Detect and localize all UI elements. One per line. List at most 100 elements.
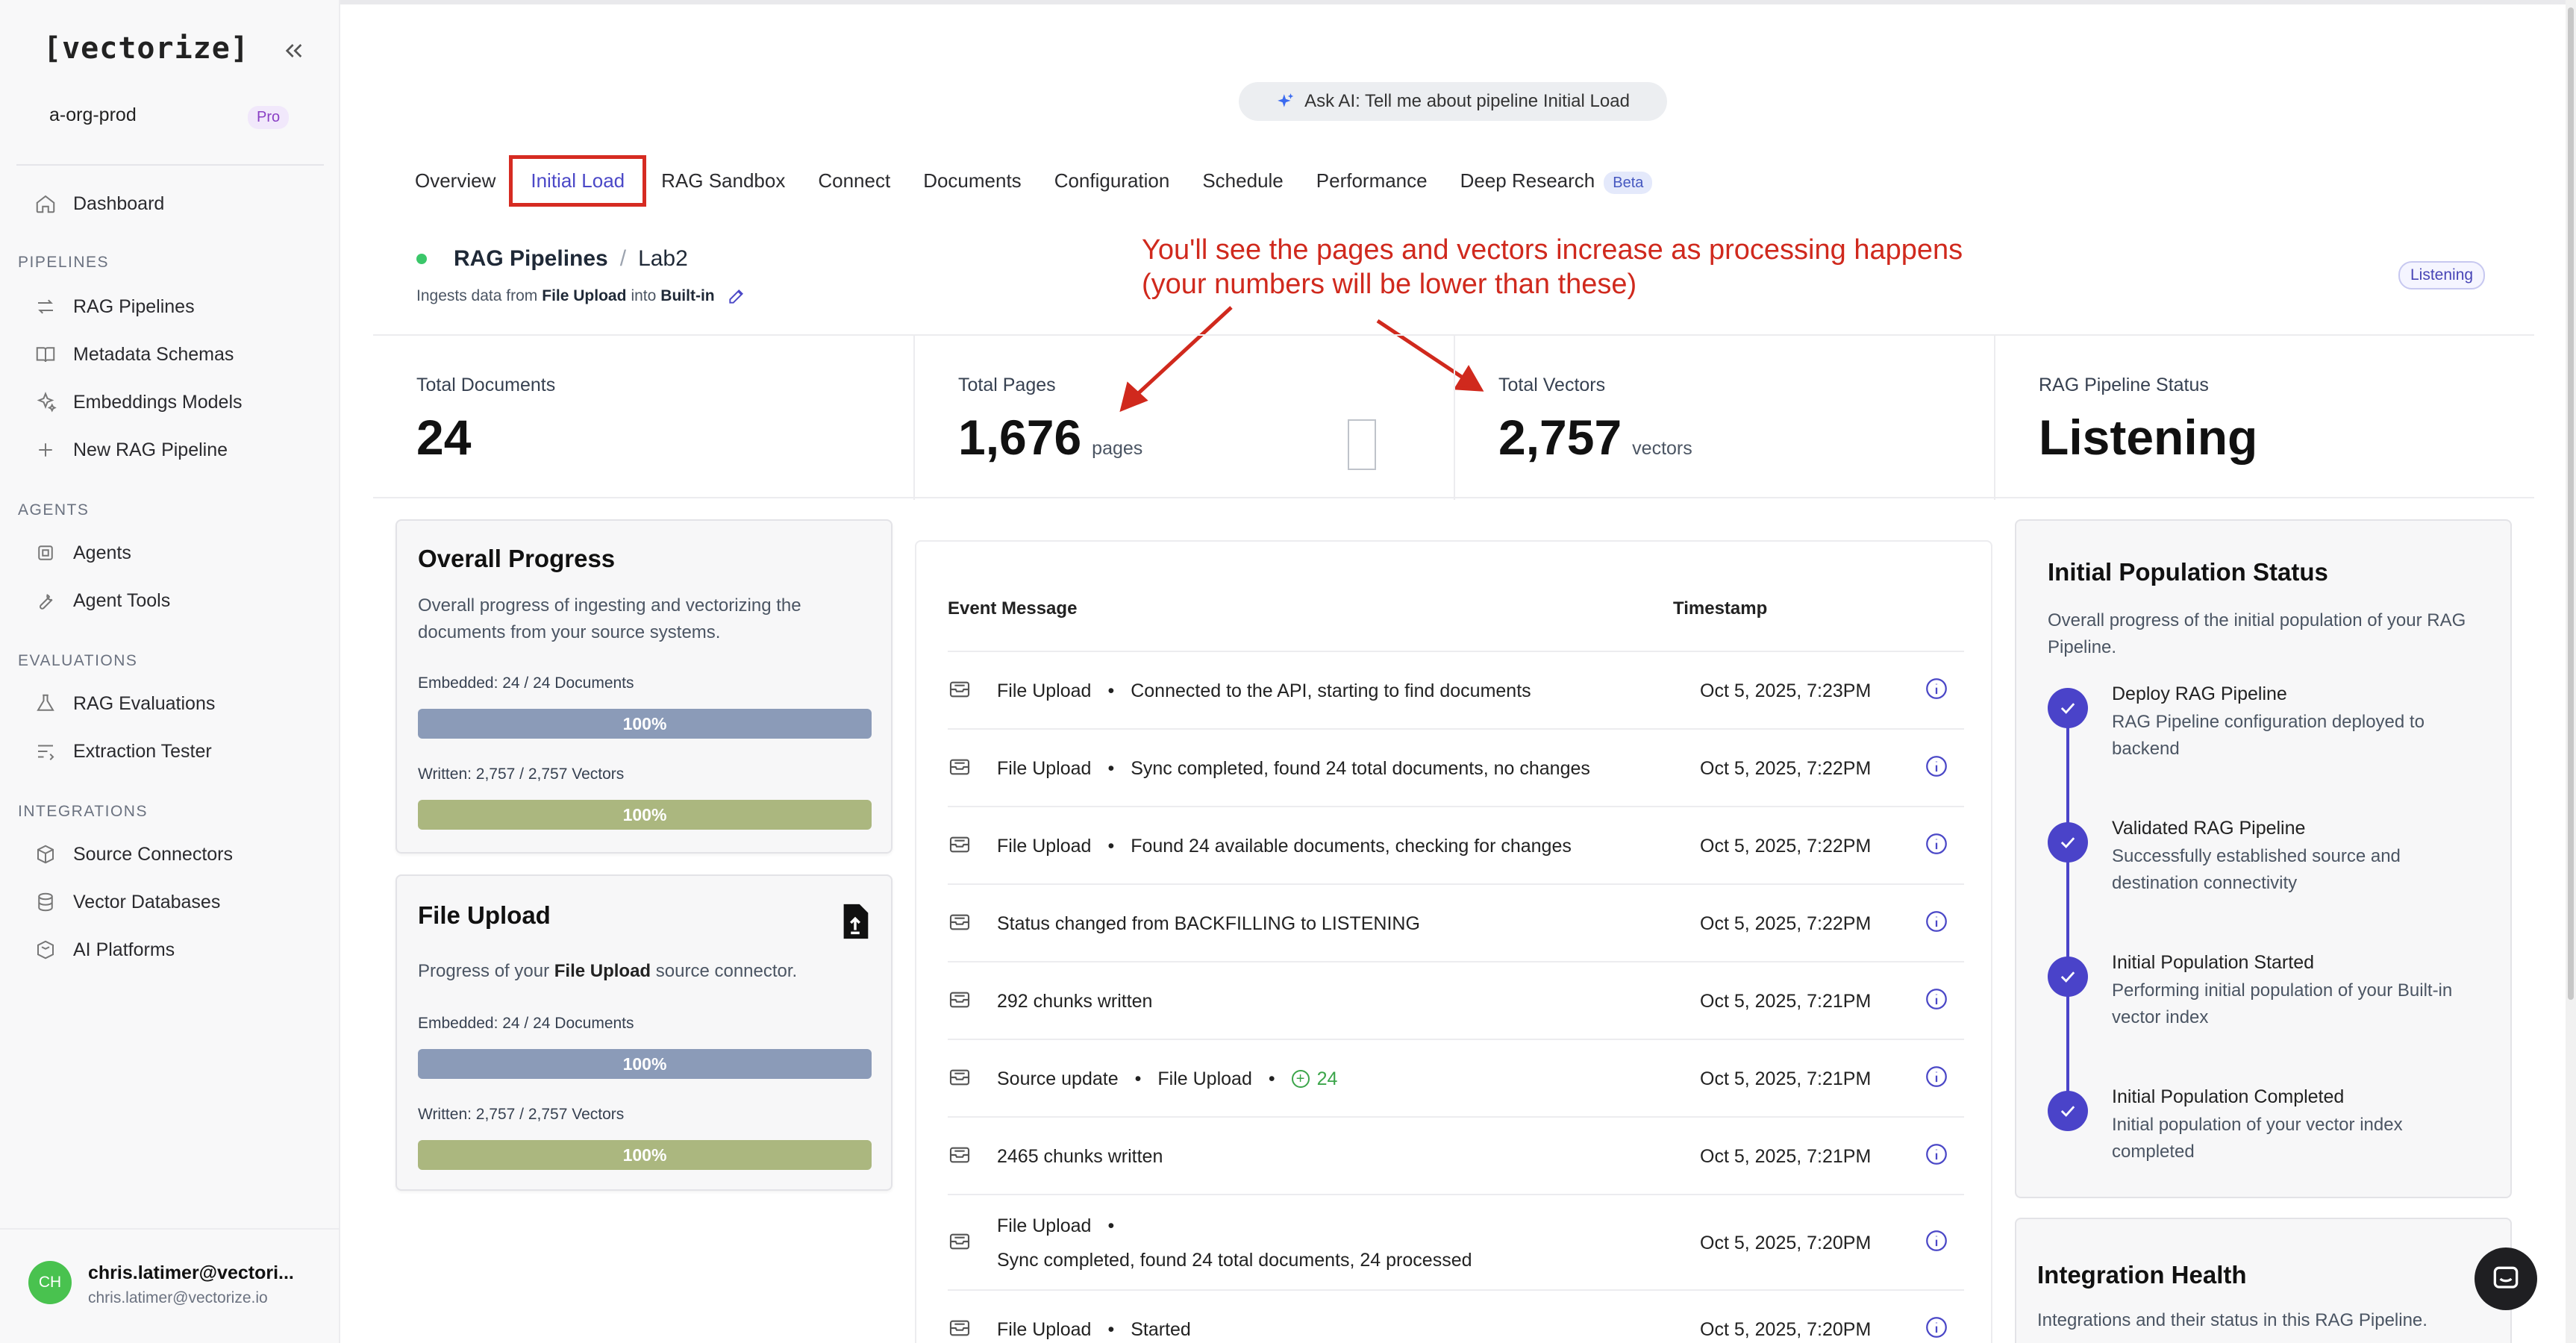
info-icon[interactable] <box>1924 1064 1949 1089</box>
breadcrumb-root[interactable]: RAG Pipelines <box>454 246 608 272</box>
tab-performance[interactable]: Performance <box>1316 169 1428 192</box>
annotation-line-2: (your numbers will be lower than these) <box>1142 269 1637 300</box>
ask-ai-button[interactable]: Ask AI: Tell me about pipeline Initial L… <box>1239 82 1667 121</box>
org-selector[interactable]: a-org-prod <box>49 104 137 126</box>
info-icon[interactable] <box>1924 986 1949 1012</box>
written-label: Written: 2,757 / 2,757 Vectors <box>418 1106 625 1123</box>
sidebar-item-ai-platforms[interactable]: AI Platforms <box>34 931 175 968</box>
event-message: Started <box>1131 1318 1191 1340</box>
database-icon <box>38 892 53 912</box>
tab-configuration[interactable]: Configuration <box>1054 169 1170 192</box>
cube-icon <box>37 940 54 959</box>
overall-progress-card: Overall Progress Overall progress of ing… <box>396 519 892 854</box>
card-title: Initial Population Status <box>2048 558 2328 586</box>
step-description: Initial population of your vector index … <box>2112 1115 2403 1162</box>
separator: • <box>1107 835 1115 857</box>
inbox-icon <box>949 759 970 775</box>
sidebar-item-source-connectors[interactable]: Source Connectors <box>34 836 233 873</box>
sidebar-item-extraction-tester[interactable]: Extraction Tester <box>34 733 212 770</box>
sidebar-item-agents[interactable]: Agents <box>34 534 131 572</box>
stat-pipeline-status: RAG Pipeline Status Listening <box>1995 336 2534 500</box>
pipeline-tabs: Overview Initial Load RAG Sandbox Connec… <box>415 154 1653 207</box>
ingest-middle: into <box>631 287 657 304</box>
list-filter-icon <box>38 745 54 760</box>
table-row: File Upload • Found 24 available documents… <box>948 806 1964 883</box>
ingest-source: File Upload <box>542 287 627 304</box>
ask-ai-label: Ask AI: Tell me about pipeline Initial L… <box>1304 91 1630 111</box>
info-icon[interactable] <box>1924 754 1949 779</box>
written-progress-bar: 100% <box>418 1140 872 1170</box>
stat-label: Total Vectors <box>1498 375 1606 395</box>
tab-documents[interactable]: Documents <box>923 169 1022 192</box>
table-row: File Upload • Started Oct 5, 2025, 7:20PM <box>948 1289 1964 1343</box>
info-icon[interactable] <box>1924 1142 1949 1167</box>
step-description: RAG Pipeline configuration deployed to b… <box>2112 712 2425 759</box>
event-source: File Upload <box>997 1215 1092 1236</box>
table-row: File Upload • Sync completed, found 24 tot… <box>948 728 1964 806</box>
info-icon[interactable] <box>1924 831 1949 857</box>
tab-connect[interactable]: Connect <box>818 169 890 192</box>
card-description: Integrations and their status in this RA… <box>2037 1310 2427 1330</box>
separator: • <box>1107 757 1115 779</box>
sidebar-item-embeddings-models[interactable]: Embeddings Models <box>34 384 243 421</box>
edit-icon[interactable] <box>727 287 746 306</box>
separator: • <box>1268 1068 1275 1089</box>
sidebar-item-label: RAG Evaluations <box>73 692 216 714</box>
stat-label: Total Pages <box>958 375 1056 395</box>
book-icon <box>36 347 55 363</box>
sidebar-item-agent-tools[interactable]: Agent Tools <box>34 582 170 619</box>
tab-schedule[interactable]: Schedule <box>1202 169 1283 192</box>
separator: • <box>1134 1068 1142 1089</box>
inbox-icon <box>949 681 970 698</box>
sidebar-item-dashboard[interactable]: Dashboard <box>34 185 164 222</box>
event-timestamp: Oct 5, 2025, 7:22PM <box>1700 835 1872 857</box>
page-scrollbar[interactable] <box>2566 0 2576 1343</box>
check-circle-icon <box>2048 1091 2088 1131</box>
event-message-cell: Source update • File Upload • +24 <box>997 1040 1337 1118</box>
info-icon[interactable] <box>1924 676 1949 701</box>
double-chevron-left-icon <box>285 44 302 57</box>
event-message-cell: File Upload • Started <box>997 1291 1191 1343</box>
stat-value: Listening <box>2039 409 2257 466</box>
home-icon <box>36 195 55 213</box>
tab-deep-research[interactable]: Deep Research Beta <box>1460 169 1653 194</box>
vectorize-logo[interactable]: [vectorize] <box>43 31 249 66</box>
tab-initial-load[interactable]: Initial Load <box>509 154 647 207</box>
collapse-sidebar-button[interactable] <box>278 34 310 67</box>
avatar: CH <box>28 1261 72 1304</box>
section-label-integrations: INTEGRATIONS <box>18 803 148 820</box>
card-description: Overall progress of the initial populati… <box>2048 610 2466 657</box>
event-message: Source update <box>997 1068 1119 1089</box>
check-icon <box>2060 837 2075 848</box>
chip-icon <box>38 545 53 560</box>
separator: • <box>1107 1215 1115 1236</box>
table-row: Status changed from BACKFILLING to LISTE… <box>948 883 1964 961</box>
timeline-line <box>2066 707 2069 1110</box>
info-icon[interactable] <box>1924 1315 1949 1340</box>
event-timestamp: Oct 5, 2025, 7:22PM <box>1700 757 1872 779</box>
event-message-cell: File Upload • Sync completed, found 24 tot… <box>997 1195 1472 1291</box>
added-badge: +24 <box>1291 1068 1337 1090</box>
info-icon[interactable] <box>1924 909 1949 934</box>
event-message: Sync completed, found 24 total documents… <box>997 1250 1472 1271</box>
sidebar-item-metadata-schemas[interactable]: Metadata Schemas <box>34 336 234 373</box>
sidebar-item-label: Agent Tools <box>73 589 171 611</box>
sidebar-item-label: AI Platforms <box>73 939 175 960</box>
scrollbar-thumb[interactable] <box>2568 7 2574 1000</box>
user-menu[interactable]: CH chris.latimer@vectori... chris.latime… <box>0 1228 340 1343</box>
table-row: 292 chunks written Oct 5, 2025, 7:21PM <box>948 961 1964 1039</box>
sidebar-item-rag-pipelines[interactable]: RAG Pipelines <box>34 288 195 325</box>
stat-number: 1,676 <box>958 410 1082 465</box>
stat-number: 24 <box>416 410 472 465</box>
check-icon <box>2060 971 2075 983</box>
tab-overview[interactable]: Overview <box>415 169 495 192</box>
tab-rag-sandbox[interactable]: RAG Sandbox <box>661 169 785 192</box>
sidebar-item-vector-databases[interactable]: Vector Databases <box>34 883 220 921</box>
sidebar-item-new-rag-pipeline[interactable]: New RAG Pipeline <box>34 431 228 469</box>
table-row: File Upload • Sync completed, found 24 tot… <box>948 1194 1964 1289</box>
info-icon[interactable] <box>1924 1228 1949 1253</box>
chat-support-button[interactable] <box>2475 1247 2537 1310</box>
stat-total-documents: Total Documents 24 <box>373 336 915 500</box>
ingest-prefix: Ingests data from <box>416 287 538 304</box>
sidebar-item-rag-evaluations[interactable]: RAG Evaluations <box>34 685 215 722</box>
